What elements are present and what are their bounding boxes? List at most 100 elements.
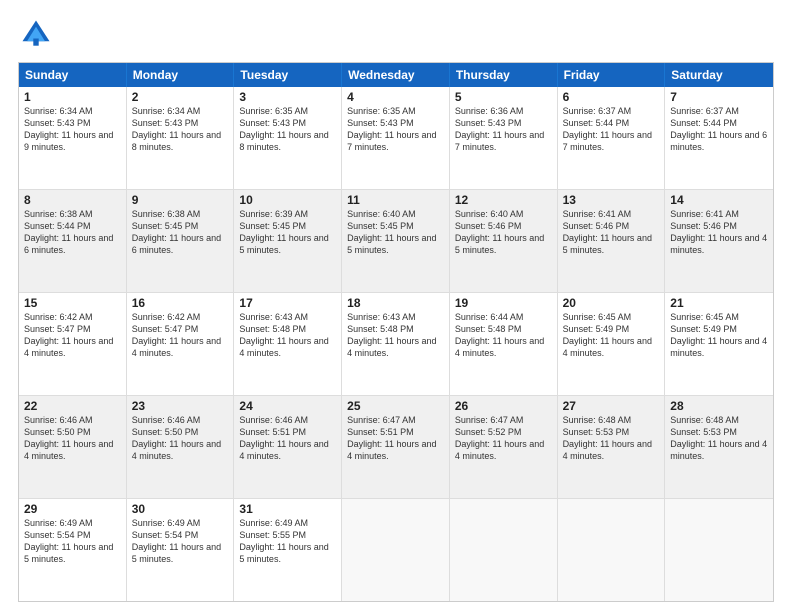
calendar-cell: 6Sunrise: 6:37 AMSunset: 5:44 PMDaylight… [558, 87, 666, 189]
cell-sunset: Sunset: 5:50 PM [24, 427, 91, 437]
cell-daylight: Daylight: 11 hours and 5 minutes. [24, 542, 113, 564]
header [18, 16, 774, 52]
calendar-cell: 9Sunrise: 6:38 AMSunset: 5:45 PMDaylight… [127, 190, 235, 292]
weekday-header-saturday: Saturday [665, 63, 773, 87]
calendar-cell: 4Sunrise: 6:35 AMSunset: 5:43 PMDaylight… [342, 87, 450, 189]
weekday-header-monday: Monday [127, 63, 235, 87]
cell-sunset: Sunset: 5:54 PM [132, 530, 199, 540]
calendar-cell: 13Sunrise: 6:41 AMSunset: 5:46 PMDayligh… [558, 190, 666, 292]
cell-sunrise: Sunrise: 6:40 AM [455, 209, 524, 219]
cell-sunrise: Sunrise: 6:46 AM [24, 415, 93, 425]
cell-daylight: Daylight: 11 hours and 4 minutes. [24, 336, 113, 358]
calendar-cell [450, 499, 558, 601]
calendar-cell: 2Sunrise: 6:34 AMSunset: 5:43 PMDaylight… [127, 87, 235, 189]
calendar-cell: 19Sunrise: 6:44 AMSunset: 5:48 PMDayligh… [450, 293, 558, 395]
calendar-cell [665, 499, 773, 601]
cell-sunrise: Sunrise: 6:47 AM [347, 415, 416, 425]
cell-sunrise: Sunrise: 6:41 AM [563, 209, 632, 219]
calendar-row: 22 Sunrise: 6:46 AM Sunset: 5:50 PM Dayligh… [19, 395, 773, 498]
cell-daylight: Daylight: 11 hours and 4 minutes. [347, 336, 436, 358]
calendar-cell: 10 Sunrise: 6:39 AM Sunset: 5:45 PM Dayligh… [234, 190, 342, 292]
cell-daylight: Daylight: 11 hours and 4 minutes. [24, 439, 113, 461]
cell-daylight: Daylight: 11 hours and 6 minutes. [24, 233, 113, 255]
cell-sunrise: Sunrise: 6:37 AM [563, 106, 632, 116]
cell-daylight: Daylight: 11 hours and 4 minutes. [670, 439, 767, 461]
cell-sunrise: Sunrise: 6:48 AM [563, 415, 632, 425]
day-number: 14 [670, 193, 768, 207]
cell-sunset: Sunset: 5:49 PM [670, 324, 737, 334]
day-number: 25 [347, 399, 444, 413]
calendar-cell: 1Sunrise: 6:34 AMSunset: 5:43 PMDaylight… [19, 87, 127, 189]
cell-sunset: Sunset: 5:44 PM [670, 118, 737, 128]
calendar-cell: 5 Sunrise: 6:36 AM Sunset: 5:43 PM Daylight… [450, 87, 558, 189]
cell-sunset: Sunset: 5:49 PM [563, 324, 630, 334]
page: SundayMondayTuesdayWednesdayThursdayFrid… [0, 0, 792, 612]
cell-daylight: Daylight: 11 hours and 7 minutes. [455, 130, 544, 152]
day-number: 10 [239, 193, 336, 207]
logo-icon [18, 16, 54, 52]
cell-sunset: Sunset: 5:43 PM [455, 118, 522, 128]
day-number: 5 [455, 90, 552, 104]
calendar-cell: 22 Sunrise: 6:46 AM Sunset: 5:50 PM Dayligh… [19, 396, 127, 498]
day-number: 28 [670, 399, 768, 413]
day-number: 17 [239, 296, 336, 310]
calendar-row: 8Sunrise: 6:38 AMSunset: 5:44 PMDaylight… [19, 189, 773, 292]
cell-sunset: Sunset: 5:52 PM [455, 427, 522, 437]
day-number: 26 [455, 399, 552, 413]
day-number: 12 [455, 193, 552, 207]
cell-sunset: Sunset: 5:46 PM [455, 221, 522, 231]
cell-daylight: Daylight: 11 hours and 4 minutes. [347, 439, 436, 461]
cell-daylight: Daylight: 11 hours and 4 minutes. [670, 233, 767, 255]
cell-sunrise: Sunrise: 6:39 AM [239, 209, 308, 219]
day-number: 15 [24, 296, 121, 310]
cell-sunset: Sunset: 5:43 PM [347, 118, 414, 128]
day-number: 18 [347, 296, 444, 310]
day-number: 22 [24, 399, 121, 413]
calendar-cell: 23Sunrise: 6:46 AMSunset: 5:50 PMDayligh… [127, 396, 235, 498]
cell-daylight: Daylight: 11 hours and 6 minutes. [132, 233, 221, 255]
calendar-row: 1Sunrise: 6:34 AMSunset: 5:43 PMDaylight… [19, 87, 773, 189]
day-number: 31 [239, 502, 336, 516]
day-number: 6 [563, 90, 660, 104]
calendar-cell: 30Sunrise: 6:49 AMSunset: 5:54 PMDayligh… [127, 499, 235, 601]
day-number: 20 [563, 296, 660, 310]
calendar-cell [558, 499, 666, 601]
cell-sunset: Sunset: 5:48 PM [455, 324, 522, 334]
cell-sunrise: Sunrise: 6:49 AM [24, 518, 93, 528]
cell-sunrise: Sunrise: 6:49 AM [239, 518, 308, 528]
cell-daylight: Daylight: 11 hours and 4 minutes. [563, 439, 652, 461]
calendar-body: 1Sunrise: 6:34 AMSunset: 5:43 PMDaylight… [19, 87, 773, 601]
cell-daylight: Daylight: 11 hours and 5 minutes. [239, 542, 328, 564]
cell-sunset: Sunset: 5:55 PM [239, 530, 306, 540]
day-number: 7 [670, 90, 768, 104]
cell-daylight: Daylight: 11 hours and 5 minutes. [347, 233, 436, 255]
calendar-cell: 18Sunrise: 6:43 AMSunset: 5:48 PMDayligh… [342, 293, 450, 395]
cell-daylight: Daylight: 11 hours and 6 minutes. [670, 130, 767, 152]
cell-sunset: Sunset: 5:53 PM [670, 427, 737, 437]
weekday-header-thursday: Thursday [450, 63, 558, 87]
cell-sunrise: Sunrise: 6:43 AM [347, 312, 416, 322]
calendar-cell: 14Sunrise: 6:41 AMSunset: 5:46 PMDayligh… [665, 190, 773, 292]
cell-daylight: Daylight: 11 hours and 5 minutes. [239, 233, 328, 255]
calendar-cell: 16Sunrise: 6:42 AMSunset: 5:47 PMDayligh… [127, 293, 235, 395]
cell-sunrise: Sunrise: 6:34 AM [24, 106, 93, 116]
weekday-header-wednesday: Wednesday [342, 63, 450, 87]
cell-sunset: Sunset: 5:51 PM [239, 427, 306, 437]
cell-sunset: Sunset: 5:54 PM [24, 530, 91, 540]
cell-sunrise: Sunrise: 6:45 AM [670, 312, 739, 322]
cell-daylight: Daylight: 11 hours and 4 minutes. [455, 336, 544, 358]
cell-sunrise: Sunrise: 6:38 AM [132, 209, 201, 219]
cell-sunset: Sunset: 5:53 PM [563, 427, 630, 437]
calendar: SundayMondayTuesdayWednesdayThursdayFrid… [18, 62, 774, 602]
cell-sunrise: Sunrise: 6:35 AM [347, 106, 416, 116]
cell-sunrise: Sunrise: 6:36 AM [455, 106, 524, 116]
day-number: 16 [132, 296, 229, 310]
cell-sunset: Sunset: 5:45 PM [239, 221, 306, 231]
cell-sunset: Sunset: 5:43 PM [239, 118, 306, 128]
day-number: 8 [24, 193, 121, 207]
cell-sunrise: Sunrise: 6:46 AM [239, 415, 308, 425]
cell-sunrise: Sunrise: 6:48 AM [670, 415, 739, 425]
cell-daylight: Daylight: 11 hours and 4 minutes. [563, 336, 652, 358]
calendar-cell: 29Sunrise: 6:49 AMSunset: 5:54 PMDayligh… [19, 499, 127, 601]
cell-sunrise: Sunrise: 6:40 AM [347, 209, 416, 219]
